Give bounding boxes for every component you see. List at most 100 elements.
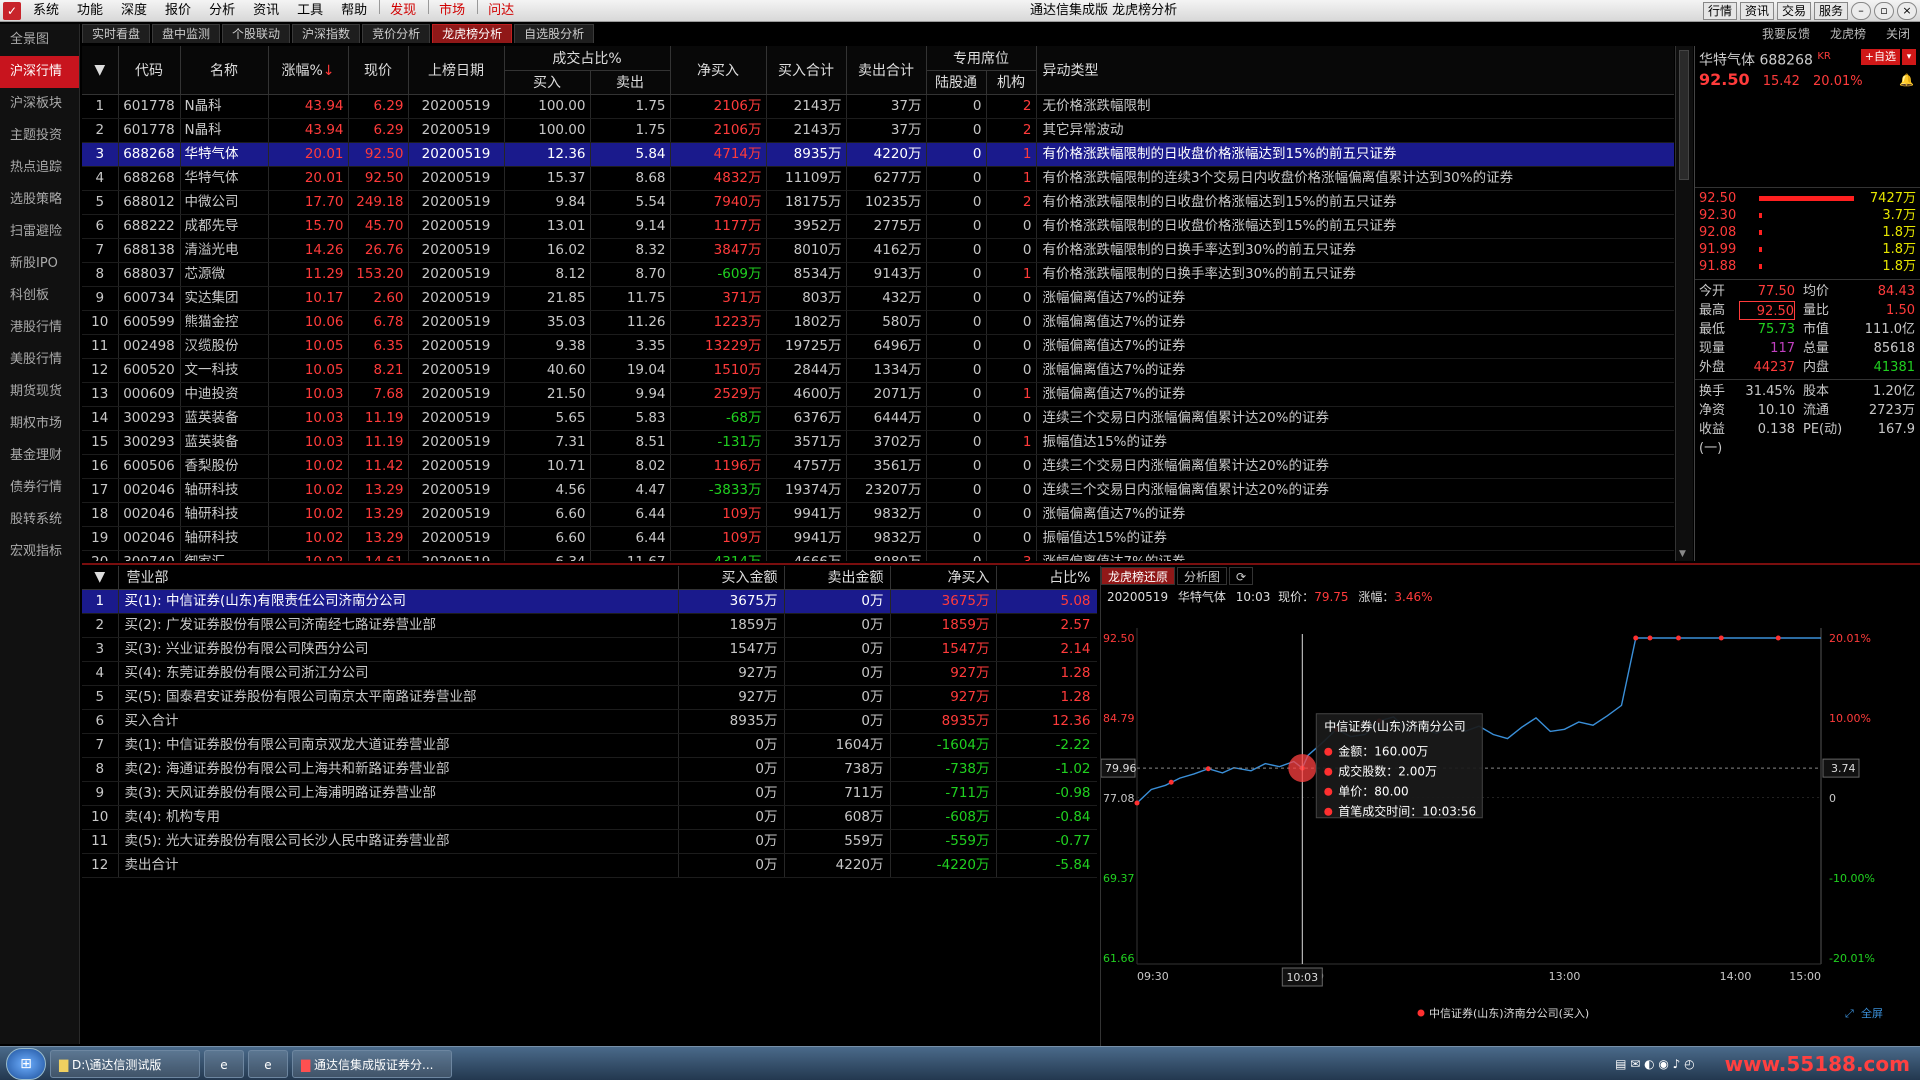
menu-item-5[interactable]: 资讯: [245, 0, 289, 22]
table-row[interactable]: 19 002046 轴研科技 10.02 13.29 20200519 6.60 6.44 10…: [82, 526, 1674, 551]
top-link-0[interactable]: 我要反馈: [1752, 24, 1820, 44]
tab-2[interactable]: 个股联动: [222, 24, 291, 43]
table-row[interactable]: 8 688037 芯源微 11.29 153.20 20200519 8.12 8.70 -60…: [82, 262, 1674, 287]
header-price[interactable]: 现价: [348, 46, 409, 95]
header-sell[interactable]: 卖出: [590, 70, 671, 95]
sidebar-item-9[interactable]: 港股行情: [0, 312, 79, 344]
restore-icon[interactable]: ▫: [1874, 2, 1894, 20]
scroll-down-icon[interactable]: ▼: [1679, 549, 1686, 559]
menu-item-2[interactable]: 深度: [113, 0, 157, 22]
table-row[interactable]: 14 300293 蓝英装备 10.03 11.19 20200519 5.65 5.83 -6…: [82, 406, 1674, 431]
sidebar-item-10[interactable]: 美股行情: [0, 344, 79, 376]
menu-item-7[interactable]: 帮助: [333, 0, 377, 22]
sort-arrow-icon[interactable]: ▼: [82, 46, 119, 95]
table-row[interactable]: 4 买(4): 东莞证券股份有限公司浙江分公司 927万 0万 927万 1.28: [82, 661, 1097, 686]
sidebar-item-11[interactable]: 期货现货: [0, 376, 79, 408]
header-buy-total[interactable]: 买入合计: [766, 46, 847, 95]
table-row[interactable]: 9 600734 实达集团 10.17 2.60 20200519 21.85 11.75 37…: [82, 286, 1674, 311]
sidebar-item-3[interactable]: 主题投资: [0, 120, 79, 152]
header-dept[interactable]: 营业部: [118, 566, 679, 590]
header-code[interactable]: 代码: [118, 46, 181, 95]
table-row[interactable]: 5 688012 中微公司 17.70 249.18 20200519 9.84 5.54 79…: [82, 190, 1674, 215]
menu-red-item-1[interactable]: 市场: [431, 0, 475, 22]
menu-item-4[interactable]: 分析: [201, 0, 245, 22]
sidebar-item-13[interactable]: 基金理财: [0, 440, 79, 472]
header-net[interactable]: 净买入: [890, 566, 997, 590]
ie-icon[interactable]: e: [204, 1049, 244, 1078]
header-hk[interactable]: 陆股通: [926, 70, 987, 95]
header-name[interactable]: 名称: [180, 46, 269, 95]
header-inst[interactable]: 机构: [986, 70, 1037, 95]
header-date[interactable]: 上榜日期: [408, 46, 505, 95]
table-row[interactable]: 7 688138 清溢光电 14.26 26.76 20200519 16.02 8.32 38…: [82, 238, 1674, 263]
tray-icons[interactable]: ▤ ✉ ◐ ◉ ♪ ◴: [1615, 1057, 1695, 1071]
dropdown-icon[interactable]: ▾: [1902, 49, 1916, 65]
sidebar-item-0[interactable]: 全景图: [0, 24, 79, 56]
menu-item-3[interactable]: 报价: [157, 0, 201, 22]
close-icon[interactable]: ×: [1897, 2, 1917, 20]
table-row[interactable]: 9 卖(3): 天风证券股份有限公司上海浦明路证券营业部 0万 711万 -711万 -0…: [82, 781, 1097, 806]
header-sell-amount[interactable]: 卖出金额: [784, 566, 891, 590]
table-row[interactable]: 12 600520 文一科技 10.05 8.21 20200519 40.60 19.04 1…: [82, 358, 1674, 383]
tab-0[interactable]: 实时看盘: [82, 24, 151, 43]
tab-5[interactable]: 龙虎榜分析: [432, 24, 513, 43]
top-button-3[interactable]: 服务: [1813, 2, 1848, 20]
table-row[interactable]: 16 600506 香梨股份 10.02 11.42 20200519 10.71 8.02 1…: [82, 454, 1674, 479]
sidebar-item-7[interactable]: 新股IPO: [0, 248, 79, 280]
table-row[interactable]: 6 买入合计 8935万 0万 8935万 12.36: [82, 709, 1097, 734]
panel-divider[interactable]: [82, 563, 1920, 565]
table-row[interactable]: 8 卖(2): 海通证券股份有限公司上海共和新路证券营业部 0万 738万 -738万 -…: [82, 757, 1097, 782]
table-row[interactable]: 10 600599 熊猫金控 10.06 6.78 20200519 35.03 11.26 1…: [82, 310, 1674, 335]
table-row[interactable]: 20300740御家汇10.0214.61202005196.3411.67-4…: [82, 550, 1674, 561]
sidebar-item-2[interactable]: 沪深板块: [0, 88, 79, 120]
table-row[interactable]: 2 买(2): 广发证券股份有限公司济南经七路证券营业部 1859万 0万 1859万 2…: [82, 613, 1097, 638]
intraday-chart[interactable]: 92.50 84.79 77.08 69.37 61.66 20.01% 10.00% 0 -1…: [1101, 608, 1919, 1044]
top-button-1[interactable]: 资讯: [1739, 2, 1774, 20]
sidebar-item-4[interactable]: 热点追踪: [0, 152, 79, 184]
table-row[interactable]: 10 卖(4): 机构专用 0万 608万 -608万 -0.84: [82, 805, 1097, 830]
sidebar-item-5[interactable]: 选股策略: [0, 184, 79, 216]
sidebar-item-1[interactable]: 沪深行情: [0, 56, 79, 88]
table-row[interactable]: 4 688268 华特气体 20.01 92.50 20200519 15.37 8.68 48…: [82, 166, 1674, 191]
top-button-2[interactable]: 交易: [1776, 2, 1811, 20]
header-type[interactable]: 异动类型: [1036, 46, 1674, 95]
menu-item-1[interactable]: 功能: [69, 0, 113, 22]
header-sell-total[interactable]: 卖出合计: [846, 46, 927, 95]
table-row[interactable]: 7 卖(1): 中信证券股份有限公司南京双龙大道证券营业部 0万 1604万 -1604…: [82, 733, 1097, 758]
table-row[interactable]: 18 002046 轴研科技 10.02 13.29 20200519 6.60 6.44 10…: [82, 502, 1674, 527]
top-button-0[interactable]: 行情: [1702, 2, 1737, 20]
table-row[interactable]: 13 000609 中迪投资 10.03 7.68 20200519 21.50 9.94 25…: [82, 382, 1674, 407]
menu-item-0[interactable]: 系统: [25, 0, 69, 22]
table-row[interactable]: 17 002046 轴研科技 10.02 13.29 20200519 4.56 4.47 -3…: [82, 478, 1674, 503]
top-table-scrollbar[interactable]: ▼: [1675, 46, 1693, 561]
header-net-buy[interactable]: 净买入: [670, 46, 767, 95]
header-buy-amount[interactable]: 买入金额: [678, 566, 785, 590]
table-row[interactable]: 5 买(5): 国泰君安证券股份有限公司南京太平南路证券营业部 927万 0万 927万…: [82, 685, 1097, 710]
tab-replay[interactable]: 龙虎榜还原: [1101, 567, 1176, 585]
header-buy[interactable]: 买入: [504, 70, 591, 95]
sort-arrow-icon[interactable]: ▼: [82, 566, 119, 590]
tab-4[interactable]: 竞价分析: [362, 24, 431, 43]
sidebar-item-8[interactable]: 科创板: [0, 280, 79, 312]
menu-red-item-0[interactable]: 发现: [382, 0, 426, 22]
tab-3[interactable]: 沪深指数: [292, 24, 361, 43]
top-link-1[interactable]: 龙虎榜: [1820, 24, 1876, 44]
table-row[interactable]: 11 卖(5): 光大证券股份有限公司长沙人民中路证券营业部 0万 559万 -559万…: [82, 829, 1097, 854]
add-watchlist-button[interactable]: +自选: [1860, 49, 1900, 65]
table-row[interactable]: 6 688222 成都先导 15.70 45.70 20200519 13.01 9.14 11…: [82, 214, 1674, 239]
tab-1[interactable]: 盘中监测: [152, 24, 221, 43]
start-button[interactable]: ⊞: [6, 1047, 46, 1080]
top-link-2[interactable]: 关闭: [1876, 24, 1920, 44]
table-row[interactable]: 2 601778 N晶科 43.94 6.29 20200519 100.00 1.75 210…: [82, 118, 1674, 143]
tab-6[interactable]: 自选股分析: [514, 24, 595, 43]
bell-icon[interactable]: 🔔: [1899, 68, 1914, 92]
sidebar-item-6[interactable]: 扫雷避险: [0, 216, 79, 248]
sidebar-item-15[interactable]: 股转系统: [0, 504, 79, 536]
header-change[interactable]: 涨幅%↓: [268, 46, 349, 95]
table-row[interactable]: 15 300293 蓝英装备 10.03 11.19 20200519 7.31 8.51 -1…: [82, 430, 1674, 455]
sidebar-item-16[interactable]: 宏观指标: [0, 536, 79, 568]
menu-item-6[interactable]: 工具: [289, 0, 333, 22]
ie-icon-2[interactable]: e: [248, 1049, 288, 1078]
taskbar-item-tdx[interactable]: ▇ 通达信集成版证券分...: [292, 1049, 452, 1078]
refresh-icon[interactable]: ⟳: [1229, 567, 1254, 585]
